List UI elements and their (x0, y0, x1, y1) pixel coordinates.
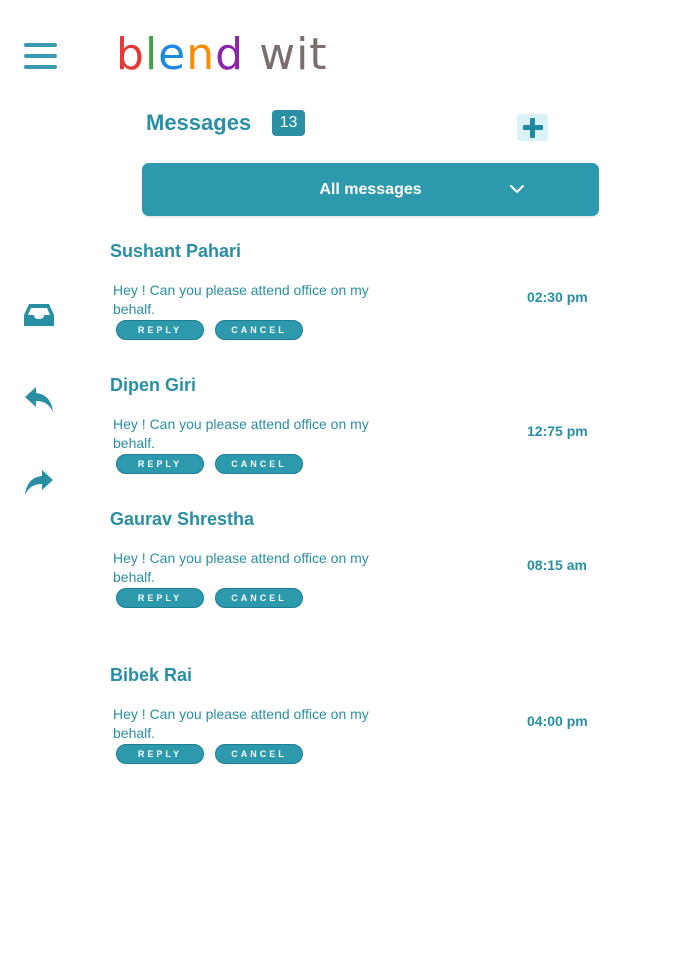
message-time: 02:30 pm (527, 289, 588, 305)
reply-button[interactable]: REPLY (116, 744, 204, 764)
message-time: 12:75 pm (527, 423, 588, 439)
hamburger-menu-icon[interactable] (24, 43, 57, 71)
menu-bar (24, 65, 57, 69)
cancel-button[interactable]: CANCEL (215, 588, 303, 608)
menu-bar (24, 54, 57, 58)
chevron-down-icon (510, 185, 524, 193)
message-filter-dropdown[interactable]: All messages (142, 163, 599, 216)
message-body: Hey ! Can you please attend office on my… (113, 282, 369, 317)
reply-button[interactable]: REPLY (116, 320, 204, 340)
reply-icon[interactable] (22, 383, 56, 417)
message-body: Hey ! Can you please attend office on my… (113, 416, 369, 451)
inbox-icon[interactable] (22, 298, 56, 332)
message-body: Hey ! Can you please attend office on my… (113, 550, 369, 585)
message-time: 04:00 pm (527, 713, 588, 729)
cancel-button[interactable]: CANCEL (215, 454, 303, 474)
message-sender: Gaurav Shrestha (110, 509, 255, 529)
page-title: Messages (146, 110, 252, 135)
add-message-button[interactable] (517, 114, 548, 141)
cancel-button[interactable]: CANCEL (215, 320, 303, 340)
message-count-badge: 13 (272, 110, 305, 136)
message-sender: Dipen Giri (110, 375, 197, 395)
app-logo: blend wit (116, 29, 328, 80)
message-body: Hey ! Can you please attend office on my… (113, 706, 369, 741)
filter-selected-label: All messages (319, 181, 422, 198)
reply-button[interactable]: REPLY (116, 454, 204, 474)
message-sender: Sushant Pahari (110, 241, 242, 261)
message-time: 08:15 am (527, 557, 587, 573)
reply-button[interactable]: REPLY (116, 588, 204, 608)
cancel-button[interactable]: CANCEL (215, 744, 303, 764)
message-sender: Bibek Rai (110, 665, 193, 685)
menu-bar (24, 43, 57, 47)
forward-icon[interactable] (22, 466, 56, 500)
